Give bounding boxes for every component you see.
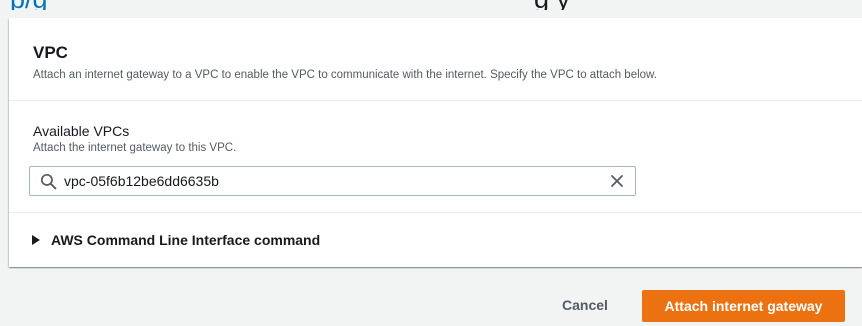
cancel-button[interactable]: Cancel <box>540 289 630 321</box>
card-description: Attach an internet gateway to a VPC to e… <box>33 69 657 81</box>
close-icon[interactable] <box>609 173 625 189</box>
search-icon <box>40 173 57 190</box>
page-heading-link-fragment: p/g <box>0 0 48 10</box>
vpc-search-field[interactable] <box>29 166 636 196</box>
caret-right-icon <box>32 235 40 245</box>
section-divider <box>9 212 862 213</box>
page-heading-partial: p/g g y <box>0 0 862 10</box>
vpc-card: VPC Attach an internet gateway to a VPC … <box>9 18 862 267</box>
vpc-search-input[interactable] <box>64 170 594 192</box>
card-title: VPC <box>33 43 68 62</box>
available-vpcs-help: Attach the internet gateway to this VPC. <box>33 142 237 154</box>
vpc-card-header: VPC Attach an internet gateway to a VPC … <box>9 18 862 101</box>
cli-command-label: AWS Command Line Interface command <box>51 232 321 248</box>
available-vpcs-label: Available VPCs <box>33 123 130 139</box>
attach-internet-gateway-button[interactable]: Attach internet gateway <box>642 290 845 322</box>
cli-command-expander[interactable]: AWS Command Line Interface command <box>31 230 320 250</box>
page-heading-text-fragment: g y <box>534 0 570 10</box>
